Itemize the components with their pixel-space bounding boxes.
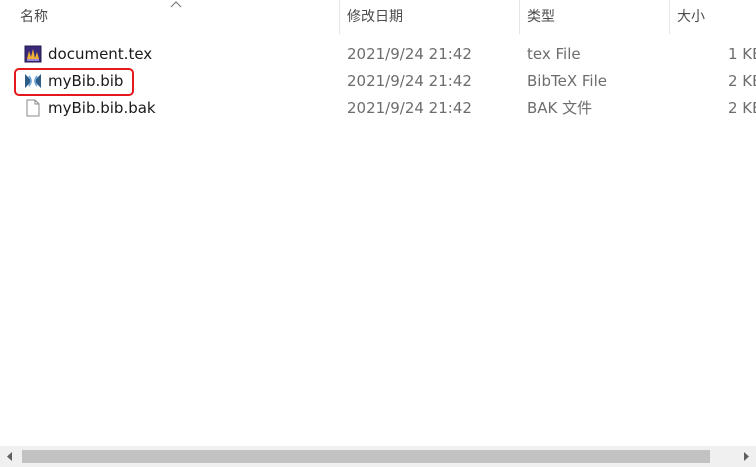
column-header-size-label: 大小: [677, 9, 705, 25]
column-divider[interactable]: [339, 0, 340, 34]
file-size: 1 KB: [728, 45, 756, 63]
blank-file-icon: [26, 99, 40, 117]
sort-ascending-icon: [170, 1, 182, 8]
file-name[interactable]: document.tex: [48, 41, 152, 68]
file-modified: 2021/9/24 21:42: [347, 45, 472, 63]
file-list-pane: 名称 修改日期 类型 大小 document.tex 2021/9/24 21:…: [0, 0, 756, 467]
column-divider[interactable]: [669, 0, 670, 34]
scroll-right-arrow-icon[interactable]: [736, 446, 756, 467]
file-row[interactable]: myBib.bib.bak 2021/9/24 21:42 BAK 文件 2 K…: [0, 95, 756, 122]
highlight-box: [14, 68, 134, 96]
column-header-modified-label: 修改日期: [347, 9, 403, 25]
scrollbar-thumb[interactable]: [22, 450, 710, 463]
column-header-size[interactable]: 大小: [671, 0, 756, 34]
file-modified: 2021/9/24 21:42: [347, 99, 472, 117]
file-type: BibTeX File: [527, 72, 607, 90]
column-header-bar: 名称 修改日期 类型 大小: [0, 0, 756, 34]
file-size: 2 KB: [728, 72, 756, 90]
scroll-left-arrow-icon[interactable]: [0, 446, 20, 467]
tex-file-icon: [24, 45, 42, 63]
file-name[interactable]: myBib.bib.bak: [48, 95, 156, 122]
column-divider[interactable]: [519, 0, 520, 34]
file-type: tex File: [527, 45, 581, 63]
column-header-type[interactable]: 类型: [521, 0, 669, 34]
file-size: 2 KB: [728, 99, 756, 117]
column-header-modified[interactable]: 修改日期: [341, 0, 519, 34]
column-header-type-label: 类型: [527, 9, 555, 25]
file-type: BAK 文件: [527, 99, 593, 117]
file-row[interactable]: document.tex 2021/9/24 21:42 tex File 1 …: [0, 41, 756, 68]
horizontal-scrollbar[interactable]: [0, 446, 756, 467]
column-header-name-label: 名称: [20, 9, 48, 25]
file-modified: 2021/9/24 21:42: [347, 72, 472, 90]
